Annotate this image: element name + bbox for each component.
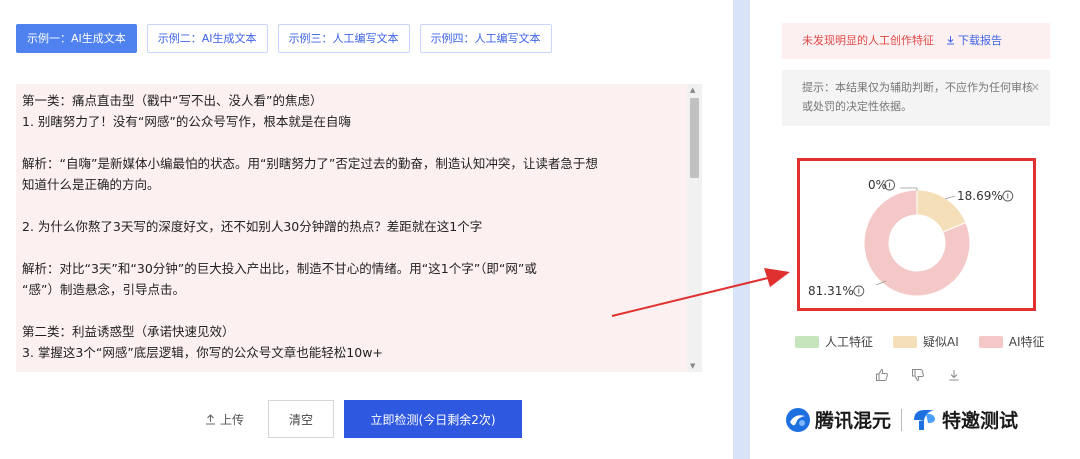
input-panel: 示例一：AI生成文本 示例二：AI生成文本 示例三：人工编写文本 示例四：人工编… (0, 0, 733, 459)
label-ai: 81.31% (808, 284, 854, 298)
brand-name-hunyuan: 腾讯混元 (815, 410, 892, 432)
download-report-label: 下载报告 (958, 34, 1002, 47)
chart-legend: 人工特征 疑似AI AI特征 (795, 333, 1045, 350)
text-line (22, 300, 682, 321)
text-line: 第一类：痛点直击型（戳中“写不出、没人看”的焦虑） (22, 93, 323, 108)
download-icon (946, 36, 954, 45)
detect-button[interactable]: 立即检测(今日剩余2次) (344, 400, 523, 438)
legend-item-ai: AI特征 (978, 333, 1045, 350)
text-input-area[interactable]: 第一类：痛点直击型（戳中“写不出、没人看”的焦虑） 1. 别瞎努力了！没有“网感… (16, 84, 702, 372)
feedback-bar (875, 368, 961, 382)
panel-divider (733, 0, 750, 459)
invite-logo-icon (914, 409, 936, 430)
legend-item-suspect-ai: 疑似AI (893, 333, 959, 350)
legend-label-human: 人工特征 (825, 335, 874, 349)
result-chart-frame: 0% 18.69% 81.31% (797, 158, 1036, 311)
hint-text: 提示：本结果仅为辅助判断，不应作为任何审核或处罚的决定性依据。 (802, 81, 1033, 113)
donut-chart: 0%18.69%81.31% (808, 178, 1014, 298)
result-warning-text: 未发现明显的人工创作特征 (802, 34, 934, 47)
label-suspect-ai: 18.69% (957, 189, 1003, 203)
text-line: 2. 为什么你熬了3天写的深度好文，还不如别人30分钟蹭的热点？差距就在这1个字 (22, 219, 483, 234)
legend-label-suspect-ai: 疑似AI (923, 335, 959, 349)
download-icon[interactable] (947, 368, 961, 382)
hunyuan-logo-icon (786, 407, 810, 432)
clear-button[interactable]: 清空 (268, 400, 335, 438)
text-line: 解析：对比“3天”和“30分钟”的巨大投入产出比，制造不甘心的情绪。用“这1个字… (22, 261, 537, 276)
legend-label-ai: AI特征 (1008, 335, 1045, 349)
upload-icon (206, 413, 215, 425)
tab-example-4[interactable]: 示例四：人工编写文本 (419, 24, 552, 53)
result-alert: 未发现明显的人工创作特征 下载报告 (782, 23, 1050, 59)
leader-suspect-ai (944, 195, 956, 200)
legend-swatch-human (795, 335, 819, 348)
brand-footer: 腾讯混元 特邀测试 (785, 406, 1018, 433)
legend-swatch-ai (978, 335, 1003, 348)
scroll-thumb[interactable] (690, 98, 699, 178)
upload-button[interactable]: 上传 (195, 400, 254, 438)
app-root: 示例一：AI生成文本 示例二：AI生成文本 示例三：人工编写文本 示例四：人工编… (0, 0, 1080, 459)
tab-example-2[interactable]: 示例二：AI生成文本 (146, 24, 268, 53)
action-bar: 上传 清空 立即检测(今日剩余2次) (195, 400, 523, 438)
result-panel: 未发现明显的人工创作特征 下载报告 提示：本结果仅为辅助判断，不应作为任何审核或… (750, 0, 1080, 459)
tab-example-1[interactable]: 示例一：AI生成文本 (16, 24, 137, 53)
close-icon[interactable]: ✕ (1031, 78, 1040, 97)
text-line: 知道什么是正确的方向。 (22, 177, 160, 192)
brand-separator (901, 408, 903, 431)
text-line (22, 195, 682, 216)
example-tabs: 示例一：AI生成文本 示例二：AI生成文本 示例三：人工编写文本 示例四：人工编… (16, 24, 552, 53)
upload-label: 上传 (220, 412, 245, 427)
tab-example-3[interactable]: 示例三：人工编写文本 (277, 24, 410, 53)
legend-swatch-suspect-ai (893, 335, 918, 348)
thumbs-up-icon[interactable] (875, 368, 889, 382)
legend-item-human: 人工特征 (795, 333, 873, 350)
text-line (22, 237, 682, 258)
text-content: 第一类：痛点直击型（戳中“写不出、没人看”的焦虑） 1. 别瞎努力了！没有“网感… (22, 90, 682, 363)
scroll-up-arrow-icon[interactable]: ▲ (690, 86, 695, 94)
scroll-down-arrow-icon[interactable]: ▼ (690, 362, 695, 370)
text-line: 第二类：利益诱惑型（承诺快速见效） (22, 324, 235, 339)
download-report-link[interactable]: 下载报告 (946, 34, 1002, 47)
text-line: 3. 掌握这3个“网感”底层逻辑，你写的公众号文章也能轻松10w+ (22, 345, 383, 360)
brand-name-invite: 特邀测试 (942, 410, 1019, 432)
text-line: “感”）制造悬念，引导点击。 (22, 282, 185, 297)
text-line: 解析：“自嗨”是新媒体小编最怕的状态。用“别瞎努力了”否定过去的勤奋，制造认知冲… (22, 156, 598, 171)
disclaimer-hint: 提示：本结果仅为辅助判断，不应作为任何审核或处罚的决定性依据。 ✕ (782, 70, 1050, 126)
text-scrollbar[interactable]: ▲ ▼ (687, 84, 702, 372)
text-line (22, 132, 682, 153)
thumbs-down-icon[interactable] (911, 368, 925, 382)
text-line: 1. 别瞎努力了！没有“网感”的公众号写作，根本就是在自嗨 (22, 114, 351, 129)
